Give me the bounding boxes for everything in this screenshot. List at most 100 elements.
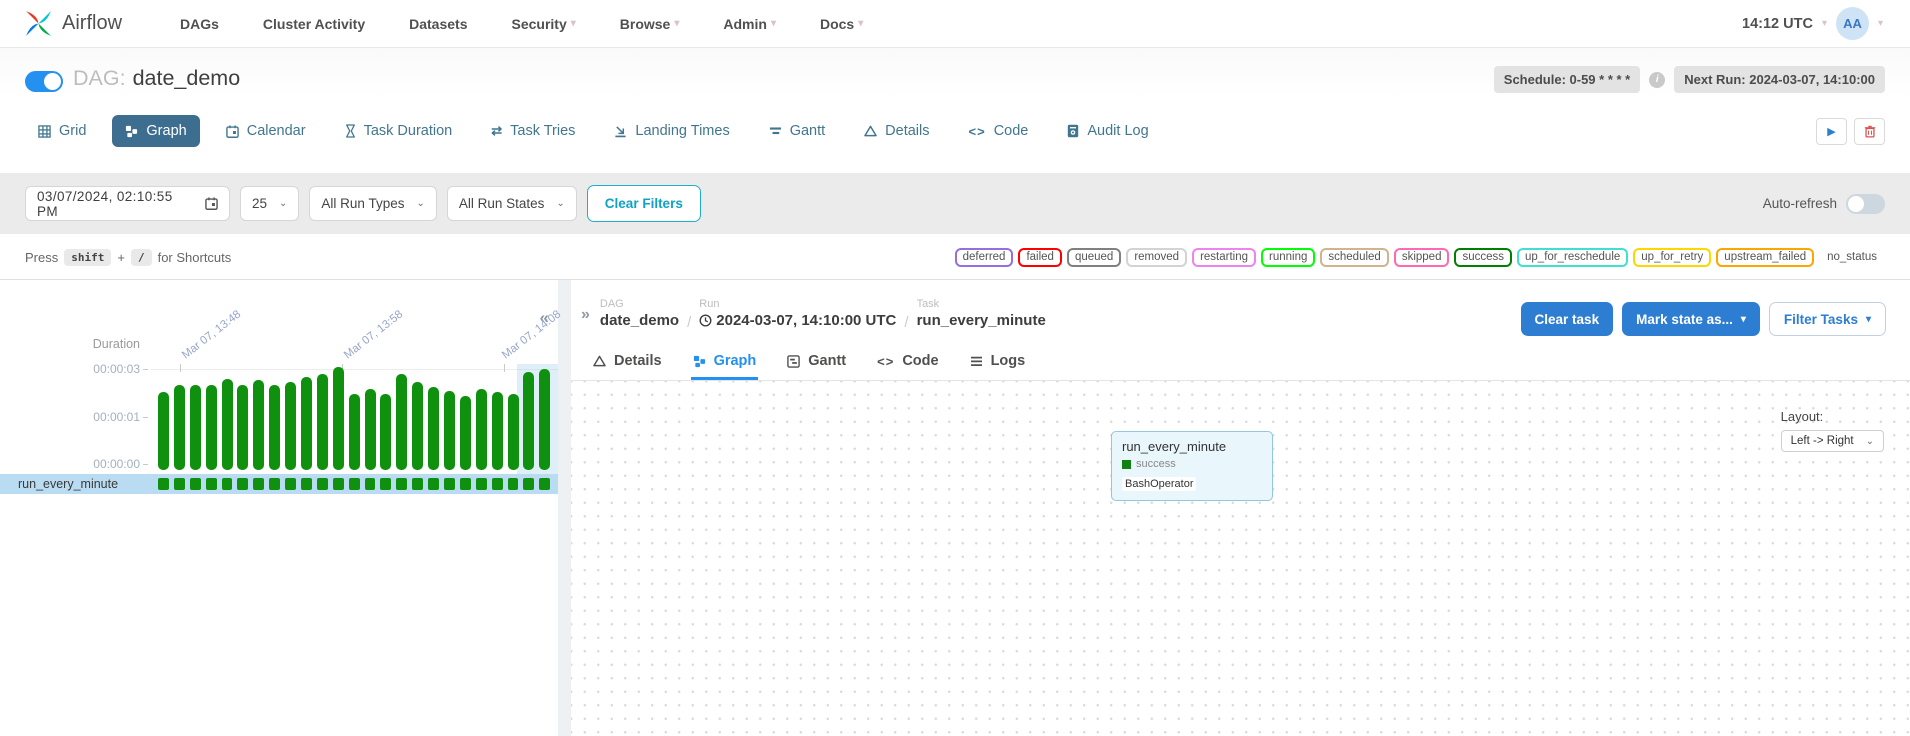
tab-audit-log[interactable]: Audit Log bbox=[1054, 115, 1161, 147]
run-types-select[interactable]: All Run Types ⌄ bbox=[309, 186, 436, 221]
detail-tab-details[interactable]: Details bbox=[591, 344, 664, 380]
tab-graph[interactable]: Graph bbox=[112, 115, 199, 147]
dag-run-bar-20[interactable] bbox=[476, 389, 487, 470]
task-instance-square-11[interactable] bbox=[333, 478, 344, 490]
breadcrumb-task-value[interactable]: run_every_minute bbox=[917, 312, 1046, 329]
dag-run-bar-19[interactable] bbox=[460, 396, 471, 470]
task-instance-square-10[interactable] bbox=[317, 478, 328, 490]
page-size-select[interactable]: 25 ⌄ bbox=[240, 186, 299, 221]
base-date-input[interactable]: 03/07/2024, 02:10:55 PM bbox=[25, 186, 230, 221]
state-badge-queued[interactable]: queued bbox=[1067, 248, 1121, 267]
task-instance-square-1[interactable] bbox=[174, 478, 185, 490]
nav-item-cluster-activity[interactable]: Cluster Activity bbox=[263, 16, 365, 32]
nav-item-security[interactable]: Security▾ bbox=[511, 16, 575, 32]
dag-run-bar-10[interactable] bbox=[317, 374, 328, 470]
user-avatar[interactable]: AA bbox=[1836, 7, 1869, 40]
tab-task-tries[interactable]: ⇄Task Tries bbox=[478, 115, 588, 147]
task-instance-square-13[interactable] bbox=[365, 478, 376, 490]
task-instance-square-17[interactable] bbox=[428, 478, 439, 490]
info-icon[interactable]: i bbox=[1649, 72, 1665, 88]
task-instance-square-4[interactable] bbox=[222, 478, 233, 490]
dag-run-bar-16[interactable] bbox=[412, 382, 423, 470]
task-instance-square-5[interactable] bbox=[237, 478, 248, 490]
task-instance-square-9[interactable] bbox=[301, 478, 312, 490]
tab-calendar[interactable]: Calendar bbox=[213, 115, 319, 147]
task-instance-square-22[interactable] bbox=[508, 478, 519, 490]
run-states-select[interactable]: All Run States ⌄ bbox=[447, 186, 577, 221]
task-node-run-every-minute[interactable]: run_every_minute success BashOperator bbox=[1111, 431, 1273, 501]
detail-tab-logs[interactable]: Logs bbox=[968, 344, 1028, 380]
breadcrumb-dag-value[interactable]: date_demo bbox=[600, 312, 679, 329]
dag-run-bar-18[interactable] bbox=[444, 391, 455, 470]
state-badge-up-for-retry[interactable]: up_for_retry bbox=[1633, 248, 1711, 267]
expand-panel-icon[interactable]: » bbox=[581, 306, 590, 324]
dag-run-bar-4[interactable] bbox=[222, 379, 233, 470]
dag-run-bar-17[interactable] bbox=[428, 387, 439, 470]
state-badge-skipped[interactable]: skipped bbox=[1394, 248, 1450, 267]
state-badge-success[interactable]: success bbox=[1454, 248, 1512, 267]
dag-run-bar-21[interactable] bbox=[492, 392, 503, 470]
state-badge-scheduled[interactable]: scheduled bbox=[1320, 248, 1388, 267]
dag-run-bar-22[interactable] bbox=[508, 394, 519, 470]
task-instance-square-23[interactable] bbox=[523, 478, 534, 490]
dag-run-bar-5[interactable] bbox=[237, 385, 248, 470]
breadcrumb-run-value[interactable]: 2024-03-07, 14:10:00 UTC bbox=[699, 312, 896, 329]
state-badge-deferred[interactable]: deferred bbox=[955, 248, 1014, 267]
task-instance-square-6[interactable] bbox=[253, 478, 264, 490]
task-instance-square-2[interactable] bbox=[190, 478, 201, 490]
task-instance-square-3[interactable] bbox=[206, 478, 217, 490]
tab-landing-times[interactable]: Landing Times bbox=[601, 115, 742, 147]
task-instance-square-20[interactable] bbox=[476, 478, 487, 490]
detail-tab-graph[interactable]: Graph bbox=[691, 344, 759, 380]
state-badge-up-for-reschedule[interactable]: up_for_reschedule bbox=[1517, 248, 1628, 267]
task-instance-square-19[interactable] bbox=[460, 478, 471, 490]
task-instance-square-7[interactable] bbox=[269, 478, 280, 490]
layout-select[interactable]: Left -> Right ⌄ bbox=[1781, 430, 1884, 452]
state-badge-failed[interactable]: failed bbox=[1018, 248, 1062, 267]
dag-run-bar-9[interactable] bbox=[301, 377, 312, 470]
nav-item-admin[interactable]: Admin▾ bbox=[723, 16, 776, 32]
dag-run-bar-8[interactable] bbox=[285, 382, 296, 470]
dag-run-bar-14[interactable] bbox=[380, 394, 391, 470]
dag-run-bar-23[interactable] bbox=[523, 372, 534, 470]
detail-tab-gantt[interactable]: Gantt bbox=[785, 344, 848, 380]
task-instance-square-0[interactable] bbox=[158, 478, 169, 490]
dag-run-bar-1[interactable] bbox=[174, 385, 185, 470]
delete-dag-button[interactable] bbox=[1854, 118, 1885, 145]
panel-resize-handle[interactable] bbox=[558, 280, 571, 736]
dag-run-bar-2[interactable] bbox=[190, 385, 201, 470]
tab-details[interactable]: Details bbox=[851, 115, 942, 147]
nav-item-docs[interactable]: Docs▾ bbox=[820, 16, 863, 32]
state-badge-removed[interactable]: removed bbox=[1126, 248, 1187, 267]
dag-run-bar-3[interactable] bbox=[206, 385, 217, 470]
state-badge-running[interactable]: running bbox=[1261, 248, 1315, 267]
utc-clock[interactable]: 14:12 UTC bbox=[1742, 16, 1813, 32]
nav-item-datasets[interactable]: Datasets bbox=[409, 16, 467, 32]
airflow-brand-link[interactable]: Airflow bbox=[22, 7, 122, 40]
mark-state-button[interactable]: Mark state as... ▾ bbox=[1622, 302, 1760, 336]
task-instance-square-14[interactable] bbox=[380, 478, 391, 490]
dag-pause-toggle[interactable] bbox=[25, 71, 63, 92]
task-instance-square-18[interactable] bbox=[444, 478, 455, 490]
task-instance-square-12[interactable] bbox=[349, 478, 360, 490]
dag-run-bar-6[interactable] bbox=[253, 380, 264, 470]
task-instance-square-21[interactable] bbox=[492, 478, 503, 490]
auto-refresh-toggle[interactable] bbox=[1846, 194, 1885, 214]
dag-run-bar-24[interactable] bbox=[539, 369, 550, 470]
state-badge-upstream-failed[interactable]: upstream_failed bbox=[1716, 248, 1814, 267]
dag-run-bar-13[interactable] bbox=[365, 389, 376, 470]
task-instance-square-16[interactable] bbox=[412, 478, 423, 490]
dag-run-bar-11[interactable] bbox=[333, 367, 344, 470]
tab-grid[interactable]: Grid bbox=[25, 115, 99, 147]
tab-gantt[interactable]: Gantt bbox=[756, 115, 838, 147]
task-instance-square-15[interactable] bbox=[396, 478, 407, 490]
dag-run-bar-15[interactable] bbox=[396, 374, 407, 470]
tab-task-duration[interactable]: Task Duration bbox=[332, 115, 466, 147]
state-badge-restarting[interactable]: restarting bbox=[1192, 248, 1256, 267]
trigger-dag-button[interactable]: ▶ bbox=[1816, 118, 1847, 145]
task-row-label[interactable]: run_every_minute bbox=[0, 477, 118, 491]
nav-item-dags[interactable]: DAGs bbox=[180, 16, 219, 32]
clear-task-button[interactable]: Clear task bbox=[1521, 302, 1614, 336]
task-instance-square-24[interactable] bbox=[539, 478, 550, 490]
tab-code[interactable]: <>Code bbox=[956, 115, 1042, 147]
